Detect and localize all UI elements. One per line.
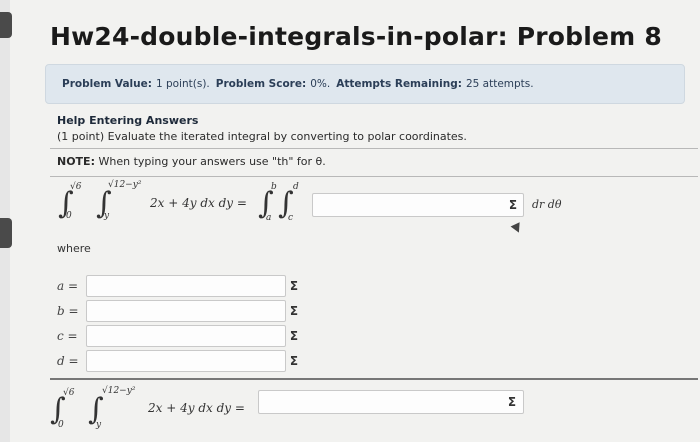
note-text: When typing your answers use "th" for θ. (98, 155, 326, 168)
differential-suffix: dr dθ (532, 198, 562, 211)
sigma-icon[interactable]: Σ (506, 197, 520, 213)
inner-upper-limit: √12−y² (102, 386, 136, 396)
outer-lower-limit: 0 (66, 211, 72, 221)
where-text: where (57, 242, 91, 255)
value-text: 1 point(s). (155, 78, 210, 90)
divider (50, 148, 698, 149)
sigma-icon[interactable]: Σ (505, 394, 519, 410)
attempts-label: Attempts Remaining: (336, 78, 462, 90)
page-title: Hw24-double-integrals-in-polar: Problem … (50, 22, 662, 51)
help-entering-answers-link[interactable]: Help Entering Answers (57, 114, 198, 127)
sidebar-tab[interactable] (0, 218, 12, 248)
integral-value-input[interactable] (258, 390, 524, 414)
var-d-label: d = (57, 354, 79, 368)
outer-upper-limit: √6 (70, 182, 82, 192)
integrand: 2x + 4y dx dy = (148, 401, 245, 415)
var-a-label: a = (57, 279, 79, 293)
attempts-text: 25 attempts. (465, 78, 534, 90)
integrand-answer-input[interactable] (312, 193, 524, 217)
note-label: NOTE: (57, 155, 95, 168)
var-c-input[interactable] (86, 325, 286, 347)
var-a-input[interactable] (86, 275, 286, 297)
value-label: Problem Value: (62, 78, 152, 90)
polar-inner-lower: c (288, 213, 294, 223)
score-text: 0%. (310, 78, 331, 90)
inner-upper-limit: √12−y² (108, 180, 142, 190)
divider (50, 378, 698, 380)
var-d-input[interactable] (86, 350, 286, 372)
problem-info-bar: Problem Value: 1 point(s). Problem Score… (45, 64, 685, 104)
sidebar-tab[interactable] (0, 12, 12, 38)
polar-outer-lower: a (266, 213, 272, 223)
integrand: 2x + 4y dx dy = (150, 196, 247, 210)
sigma-icon[interactable]: Σ (287, 278, 301, 294)
polar-inner-upper: d (293, 182, 299, 192)
cursor-icon (510, 222, 524, 235)
sigma-icon[interactable]: Σ (287, 328, 301, 344)
sigma-icon[interactable]: Σ (287, 353, 301, 369)
var-b-input[interactable] (86, 300, 286, 322)
outer-lower-limit: 0 (58, 420, 64, 430)
sigma-icon[interactable]: Σ (287, 303, 301, 319)
problem-prompt: (1 point) Evaluate the iterated integral… (57, 130, 467, 143)
note: NOTE: When typing your answers use "th" … (57, 155, 326, 168)
score-label: Problem Score: (215, 78, 307, 90)
var-c-label: c = (57, 329, 78, 343)
inner-lower-limit: y (104, 211, 110, 221)
outer-upper-limit: √6 (63, 388, 75, 398)
polar-outer-upper: b (271, 182, 277, 192)
inner-lower-limit: y (96, 420, 102, 430)
divider (50, 176, 698, 177)
var-b-label: b = (57, 304, 79, 318)
